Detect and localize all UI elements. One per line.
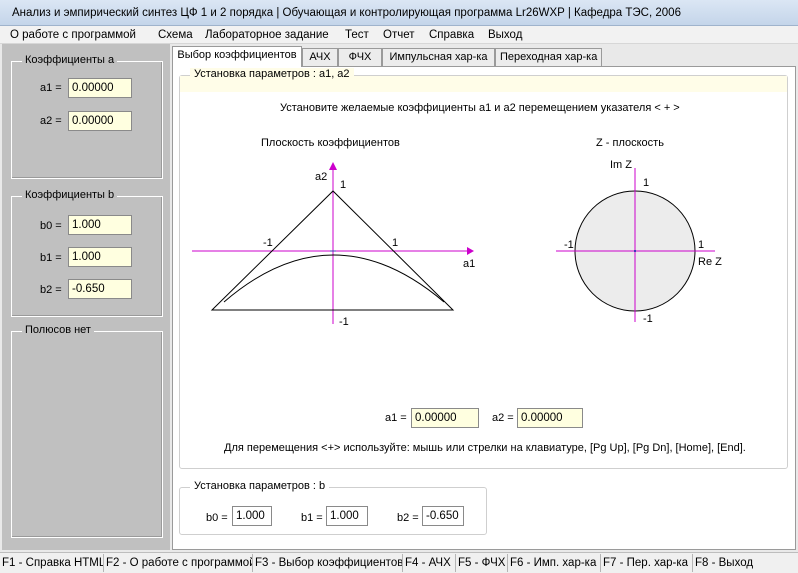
b0-label: b0 = <box>40 220 62 232</box>
coef-b-group: Коэффициенты b b0 = 1.000 b1 = 1.000 b2 … <box>11 189 163 317</box>
menu-lab-task[interactable]: Лабораторное задание <box>205 27 329 43</box>
params-a-title: Установка параметров : a1, a2 <box>190 68 354 80</box>
z-plane-title: Z - плоскость <box>596 137 664 149</box>
plane-label-a1: a1 <box>463 258 475 270</box>
tab-pfc[interactable]: ФЧХ <box>338 48 382 66</box>
params-b2-field[interactable]: -0.650 <box>422 506 464 526</box>
a1-axis-arrow <box>467 247 474 255</box>
params-b1-field[interactable]: 1.000 <box>326 506 368 526</box>
plane-label-bottom: -1 <box>339 316 349 326</box>
status-f6-impulse[interactable]: F6 - Имп. хар-ка <box>508 554 601 572</box>
params-a-group: Установка параметров : a1, a2 Установите… <box>179 68 788 469</box>
a2-label: a2 = <box>40 115 62 127</box>
z-label-imz: Im Z <box>610 159 632 171</box>
params-b1-label: b1 = <box>301 512 323 524</box>
tab-step[interactable]: Переходная хар-ка <box>495 48 602 66</box>
menu-bar: О работе с программой Схема Лабораторное… <box>0 26 798 44</box>
z-label-right: 1 <box>698 239 704 251</box>
menu-about[interactable]: О работе с программой <box>10 27 136 43</box>
bottom-a2-field[interactable]: 0.00000 <box>517 408 583 428</box>
coef-a-group: Коэффициенты a a1 = 0.00000 a2 = 0.00000 <box>11 54 163 179</box>
status-f1-help[interactable]: F1 - Справка HTML <box>0 554 104 572</box>
a2-axis-arrow <box>329 162 337 170</box>
params-b0-label: b0 = <box>206 512 228 524</box>
bottom-a2-label: a2 = <box>492 412 514 424</box>
z-label-left: -1 <box>564 239 574 251</box>
menu-report[interactable]: Отчет <box>383 27 415 43</box>
menu-test[interactable]: Тест <box>345 27 369 43</box>
plane-label-minus1: -1 <box>263 237 273 249</box>
status-f5-pfc[interactable]: F5 - ФЧХ <box>456 554 508 572</box>
tab-content: Установка параметров : a1, a2 Установите… <box>172 66 796 550</box>
params-b-title: Установка параметров : b <box>190 480 330 492</box>
left-panel: Коэффициенты a a1 = 0.00000 a2 = 0.00000… <box>2 44 170 550</box>
a2-value-field[interactable]: 0.00000 <box>68 111 132 131</box>
coefficient-plane[interactable]: a2 1 -1 1 a1 -1 <box>188 156 478 326</box>
menu-scheme[interactable]: Схема <box>158 27 193 43</box>
params-b2-label: b2 = <box>397 512 419 524</box>
params-b0-field[interactable]: 1.000 <box>232 506 272 526</box>
z-plane: Im Z 1 -1 1 Re Z -1 <box>556 159 722 324</box>
status-f2-about[interactable]: F2 - О работе с программой <box>104 554 253 572</box>
params-b-group: Установка параметров : b b0 = 1.000 b1 =… <box>179 480 487 535</box>
poles-title: Полюсов нет <box>22 324 94 336</box>
navigation-hint: Для перемещения <+> используйте: мышь ил… <box>224 442 746 454</box>
bottom-a1-field[interactable]: 0.00000 <box>411 408 479 428</box>
plane-label-a2: a2 <box>315 171 327 183</box>
bottom-a1-label: a1 = <box>385 412 407 424</box>
plane-label-top: 1 <box>340 179 346 191</box>
tab-impulse[interactable]: Импульсная хар-ка <box>382 48 495 66</box>
menu-exit[interactable]: Выход <box>488 27 522 43</box>
stability-parabola <box>223 254 445 303</box>
b1-label: b1 = <box>40 252 62 264</box>
tab-afc[interactable]: АЧХ <box>302 48 338 66</box>
status-f8-exit[interactable]: F8 - Выход <box>693 554 798 572</box>
status-f3-coefficients[interactable]: F3 - Выбор коэффициентов <box>253 554 403 572</box>
z-label-rez: Re Z <box>698 256 722 268</box>
b2-value-field[interactable]: -0.650 <box>68 279 132 299</box>
instruction-text: Установите желаемые коэффициенты a1 и a2… <box>280 102 680 114</box>
z-label-bottom: -1 <box>643 313 653 324</box>
z-label-top: 1 <box>643 177 649 189</box>
b0-value-field[interactable]: 1.000 <box>68 215 132 235</box>
b1-value-field[interactable]: 1.000 <box>68 247 132 267</box>
coef-b-title: Коэффициенты b <box>22 189 118 201</box>
plane-label-plus1: 1 <box>392 237 398 249</box>
a1-label: a1 = <box>40 82 62 94</box>
a1-value-field[interactable]: 0.00000 <box>68 78 132 98</box>
status-bar: F1 - Справка HTML F2 - О работе с програ… <box>0 552 798 573</box>
status-f7-step[interactable]: F7 - Пер. хар-ка <box>601 554 693 572</box>
origin-marker <box>634 250 636 252</box>
status-f4-afc[interactable]: F4 - АЧХ <box>403 554 456 572</box>
poles-group: Полюсов нет <box>11 324 163 538</box>
b2-label: b2 = <box>40 284 62 296</box>
tab-bar: Выбор коэффициентов АЧХ ФЧХ Импульсная х… <box>172 46 792 67</box>
coef-plane-title: Плоскость коэффициентов <box>261 137 400 149</box>
tab-coefficients[interactable]: Выбор коэффициентов <box>172 46 302 67</box>
menu-help[interactable]: Справка <box>429 27 474 43</box>
coef-a-title: Коэффициенты a <box>22 54 118 66</box>
window-title: Анализ и эмпирический синтез ЦФ 1 и 2 по… <box>0 0 798 26</box>
